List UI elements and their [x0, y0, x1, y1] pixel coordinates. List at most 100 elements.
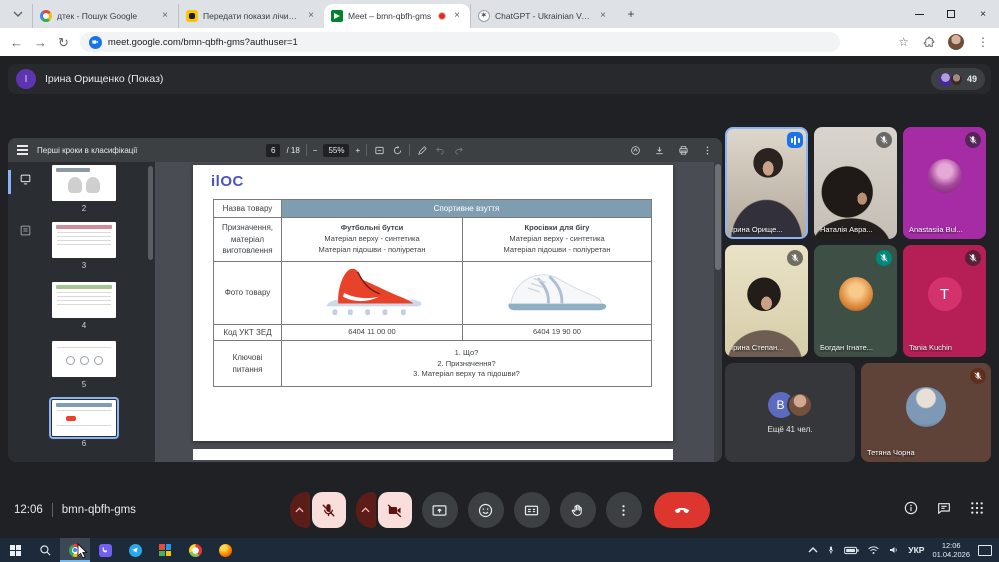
tab-google-search[interactable]: дтек - Пошук Google × [32, 4, 178, 28]
camera-options-button[interactable] [355, 492, 376, 528]
meeting-details-button[interactable] [903, 500, 919, 521]
pdf-rotate-icon [391, 144, 403, 156]
pdf-download-icon [653, 144, 665, 156]
grid-app-icon [159, 544, 171, 556]
tab-close-icon[interactable]: × [451, 10, 463, 22]
profile-avatar[interactable] [948, 34, 964, 50]
window-maximize-button[interactable] [935, 0, 967, 28]
participant-tile-tania[interactable]: T Tania Kuchin [903, 245, 986, 357]
taskbar-clock[interactable]: 12:06 01.04.2026 [932, 541, 970, 560]
call-controls [289, 492, 710, 528]
meeting-info: 12:06 bmn-qbfh-gms [14, 488, 136, 532]
mic-off-icon [970, 368, 986, 384]
participant-avatar: T [927, 277, 962, 312]
pdf-draw-icon [629, 144, 641, 156]
tab-close-icon[interactable]: × [159, 10, 171, 22]
pdf-zoom-level: 55% [323, 143, 350, 157]
pdf-redo-icon [452, 144, 464, 156]
activities-button[interactable] [969, 500, 985, 521]
reload-button[interactable]: ↻ [58, 36, 69, 49]
tab-dtek-meters[interactable]: Передати покази лічильника × [178, 4, 324, 28]
table-cell-code-boots: 6404 11 00 00 [281, 323, 463, 342]
camera-in-use-icon[interactable] [88, 35, 102, 49]
tray-wifi-icon[interactable] [867, 545, 880, 555]
minimize-icon [914, 13, 924, 15]
presenter-name: Ірина Орищенко (Показ) [45, 73, 164, 85]
tab-label: дтек - Пошук Google [57, 11, 138, 21]
more-options-button[interactable] [605, 492, 642, 528]
mic-off-icon [787, 250, 803, 266]
end-call-button[interactable] [653, 492, 710, 528]
participant-name: Anastasiia Bul... [909, 225, 963, 234]
taskbar-round-app-button[interactable] [180, 538, 210, 562]
participant-name: Богдан Ігнате... [820, 343, 874, 352]
extensions-puzzle-icon[interactable] [922, 36, 935, 49]
raise-hand-button[interactable] [559, 492, 596, 528]
chatgpt-favicon-icon [478, 10, 490, 22]
participant-grid: Ірина Орище... Наталія Авра... Anastasii… [725, 127, 993, 462]
pdf-thumbnail-page-5: 5 [52, 341, 116, 389]
taskbar-app-grid-button[interactable] [150, 538, 180, 562]
meeting-code: bmn-qbfh-gms [61, 504, 136, 516]
present-screen-button[interactable] [421, 492, 458, 528]
taskbar-firefox-button[interactable] [210, 538, 240, 562]
divider [366, 144, 368, 156]
back-button[interactable]: ← [10, 36, 23, 49]
taskbar-viber-button[interactable] [90, 538, 120, 562]
mic-options-button[interactable] [289, 492, 310, 528]
participant-tile-iryna-o[interactable]: Ірина Орище... [725, 127, 808, 239]
bookmark-star-icon[interactable]: ☆ [898, 36, 909, 48]
participant-count-pill[interactable]: 49 [930, 68, 985, 90]
language-indicator[interactable]: УКР [908, 545, 924, 555]
pdf-page-total: / 18 [286, 145, 300, 155]
pdf-zoom-in-icon: + [355, 145, 361, 155]
chevron-down-icon [13, 11, 23, 17]
tab-chatgpt[interactable]: ChatGPT - Ukrainian Voice × [470, 4, 616, 28]
participant-tile-nataliia[interactable]: Наталія Авра... [814, 127, 897, 239]
shared-screen-tile[interactable]: Перші кроки в класифікації 6 / 18 − 55% … [8, 138, 722, 462]
forward-button[interactable]: → [34, 36, 47, 49]
camera-off-icon [387, 503, 402, 517]
mic-muted-button[interactable] [311, 492, 346, 528]
tab-search-button[interactable] [6, 2, 30, 26]
window-close-button[interactable]: × [967, 0, 999, 28]
browser-menu-icon[interactable]: ⋮ [977, 36, 989, 48]
participant-tile-iryna-s[interactable]: Ірина Степан... [725, 245, 808, 357]
address-bar[interactable]: meet.google.com/bmn-qbfh-gms?authuser=1 [79, 32, 840, 52]
taskbar-telegram-button[interactable] [120, 538, 150, 562]
participant-tile-anastasiia[interactable]: Anastasiia Bul... [903, 127, 986, 239]
camera-off-button[interactable] [377, 492, 412, 528]
tab-close-icon[interactable]: × [597, 10, 609, 22]
tray-volume-icon[interactable] [888, 545, 900, 555]
tray-battery-icon[interactable] [844, 546, 859, 555]
pdf-page-number: 6 [266, 143, 281, 157]
taskbar-search-button[interactable] [30, 538, 60, 562]
mic-control-group [289, 492, 346, 528]
overflow-count-label: Ещё 41 чел. [767, 424, 813, 434]
new-tab-button[interactable]: + [620, 3, 642, 25]
participant-name: Ірина Степан... [731, 343, 784, 352]
action-center-icon[interactable] [978, 544, 992, 556]
table-row-label: Код УКТ ЗЕД [213, 323, 282, 342]
pdf-annotate-pen-icon [416, 144, 428, 156]
pdf-more-icon [701, 144, 713, 156]
start-button[interactable] [0, 538, 30, 562]
layout-button[interactable] [513, 492, 550, 528]
overflow-participants-tile[interactable]: B Ещё 41 чел. [725, 363, 855, 462]
meeting-clock: 12:06 [14, 504, 43, 516]
participant-mini-avatar [949, 72, 963, 86]
reactions-button[interactable] [467, 492, 504, 528]
divider [305, 144, 307, 156]
window-minimize-button[interactable] [903, 0, 935, 28]
tray-expand-button[interactable] [808, 547, 818, 553]
participant-tile-tetiana[interactable]: Тетяна Чорна [861, 363, 991, 462]
participant-tile-bohdan[interactable]: Богдан Ігнате... [814, 245, 897, 357]
tab-meet-active[interactable]: Meet – bmn-qbfh-gms × [324, 4, 470, 28]
chat-button[interactable] [936, 500, 952, 521]
speaking-indicator-icon [787, 132, 803, 148]
pdf-scrollbar-thumb [715, 164, 721, 270]
tab-close-icon[interactable]: × [305, 10, 317, 22]
pdf-zoom-out-icon: − [312, 145, 318, 155]
taskbar-chrome-button[interactable] [60, 538, 90, 562]
tray-mic-icon[interactable] [826, 544, 836, 556]
